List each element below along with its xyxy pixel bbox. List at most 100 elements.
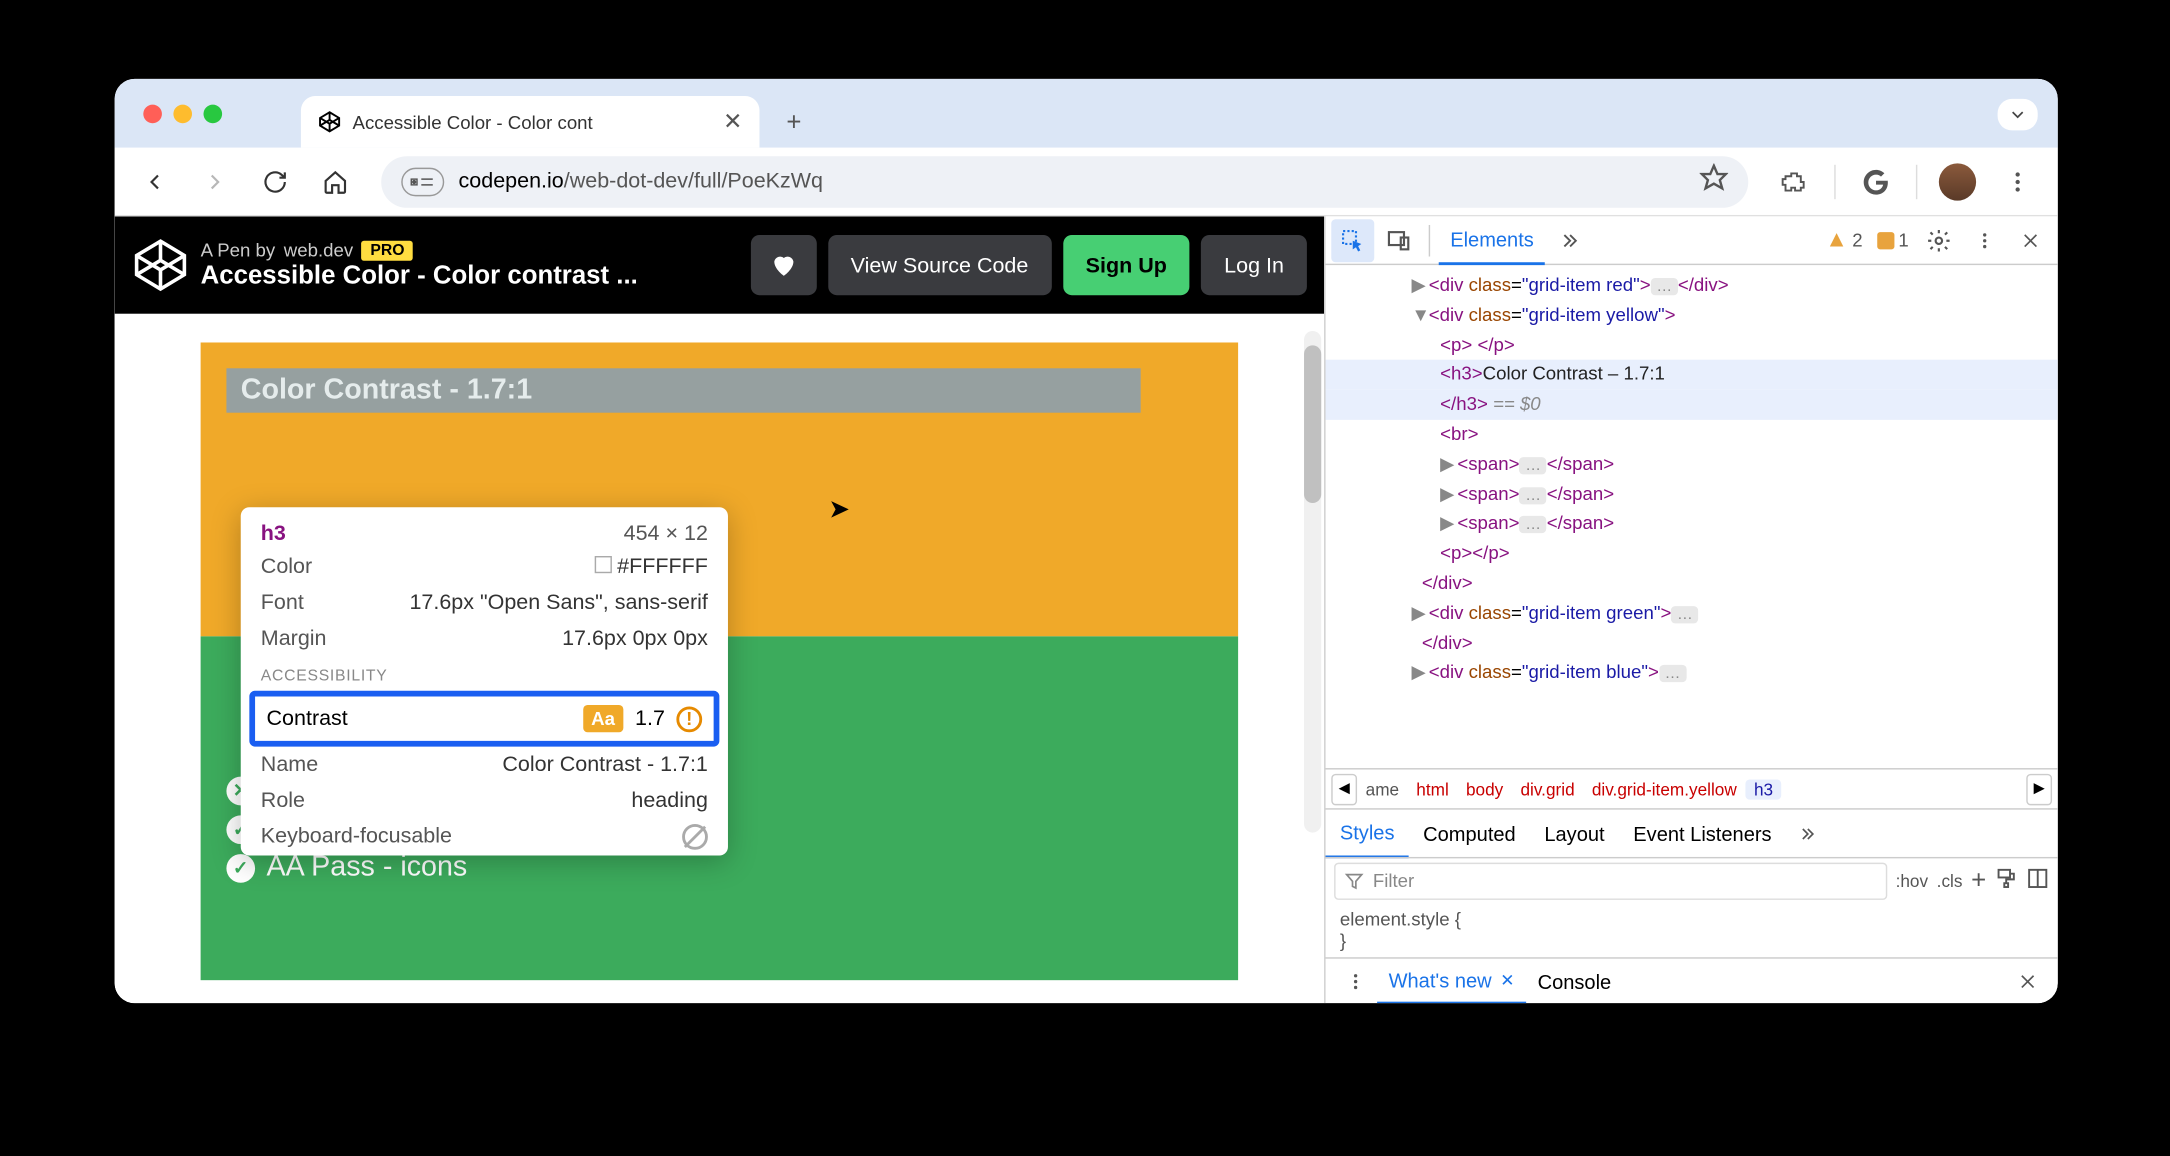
pen-byline: A Pen by web.dev PRO	[201, 239, 739, 260]
tooltip-label: Font	[261, 590, 304, 614]
dom-line[interactable]: ▶<div class="grid-item red">…</div>	[1326, 271, 2058, 301]
new-tab-button[interactable]: +	[774, 102, 814, 142]
breadcrumb-item-active[interactable]: h3	[1745, 779, 1781, 799]
browser-window: Accessible Color - Color cont ✕ + codepe…	[115, 79, 2058, 1003]
dom-line[interactable]: ▶<div class="grid-item blue">…	[1326, 658, 2058, 688]
styles-tabs-overflow[interactable]	[1786, 812, 1829, 855]
dom-line[interactable]: </div>	[1326, 628, 2058, 658]
tab-whats-new[interactable]: What's new✕	[1377, 958, 1526, 1003]
login-button[interactable]: Log In	[1201, 235, 1307, 295]
list-item: ✓ AA Pass - icons	[226, 851, 1212, 884]
drawer-menu-button[interactable]	[1334, 959, 1377, 1002]
window-close-icon[interactable]	[143, 105, 162, 124]
tooltip-value: 17.6px 0px 0px	[562, 626, 708, 650]
tooltip-dimensions: 454 × 12	[624, 522, 708, 546]
dom-line[interactable]: ▼<div class="grid-item yellow">	[1326, 301, 2058, 331]
tooltip-label: Role	[261, 788, 305, 812]
dom-line[interactable]: ▶<span>…</span>	[1326, 509, 2058, 539]
tooltip-value: #FFFFFF	[594, 555, 708, 579]
hov-button[interactable]: :hov	[1896, 871, 1929, 891]
issues-info[interactable]: 1	[1871, 229, 1914, 250]
tab-layout[interactable]: Layout	[1530, 809, 1619, 858]
dom-line[interactable]: ▶<div class="grid-item green">…	[1326, 599, 2058, 629]
breadcrumb-item[interactable]: html	[1408, 779, 1458, 799]
close-devtools-button[interactable]	[2009, 219, 2052, 262]
cls-button[interactable]: .cls	[1937, 871, 1963, 891]
device-toggle-button[interactable]	[1377, 219, 1420, 262]
breadcrumb-overflow[interactable]: ame	[1357, 779, 1408, 799]
tooltip-value: Color Contrast - 1.7:1	[502, 752, 708, 776]
new-style-button[interactable]: +	[1971, 866, 1986, 896]
dom-line-selected[interactable]: </h3> == $0	[1326, 390, 2058, 420]
breadcrumb-next-icon[interactable]: ▶	[2026, 773, 2052, 805]
extensions-button[interactable]	[1768, 155, 1820, 207]
elements-tree[interactable]: ▶<div class="grid-item red">…</div> ▼<di…	[1326, 265, 2058, 768]
browser-tab[interactable]: Accessible Color - Color cont ✕	[301, 96, 760, 148]
dom-line-selected[interactable]: <h3>Color Contrast – 1.7:1	[1326, 360, 2058, 390]
settings-button[interactable]	[1917, 219, 1960, 262]
tab-console[interactable]: Console	[1526, 958, 1623, 1003]
tooltip-tag: h3	[261, 522, 286, 546]
dom-line[interactable]: <p> </p>	[1326, 330, 2058, 360]
breadcrumb-item[interactable]: div.grid	[1512, 779, 1583, 799]
breadcrumb: ◀ ame html body div.grid div.grid-item.y…	[1326, 768, 2058, 808]
site-info-icon[interactable]	[401, 167, 444, 196]
tooltip-value: 17.6px "Open Sans", sans-serif	[409, 590, 707, 614]
styles-filter-row: Filter :hov .cls +	[1326, 857, 2058, 903]
back-button[interactable]	[129, 155, 181, 207]
url-bar[interactable]: codepen.io/web-dot-dev/full/PoeKzWq	[381, 155, 1748, 207]
chrome-menu-button[interactable]	[1992, 155, 2044, 207]
dom-line[interactable]: <p></p>	[1326, 539, 2058, 569]
dom-line[interactable]: ▶<span>…</span>	[1326, 479, 2058, 509]
tab-strip: Accessible Color - Color cont ✕ +	[115, 79, 2058, 148]
tab-styles[interactable]: Styles	[1326, 809, 1409, 858]
page-body: Color Contrast - 1.7:1 . ✕ AA Fail - reg…	[115, 314, 1324, 1003]
tab-list-button[interactable]	[1998, 99, 2038, 131]
reload-button[interactable]	[249, 155, 301, 207]
issues-warnings[interactable]: ▲2	[1819, 227, 1868, 253]
info-square-icon	[1877, 231, 1894, 248]
pen-author[interactable]: web.dev	[284, 239, 353, 260]
signup-button[interactable]: Sign Up	[1063, 235, 1190, 295]
color-swatch-icon	[594, 556, 611, 573]
breadcrumb-prev-icon[interactable]: ◀	[1331, 773, 1357, 805]
love-button[interactable]	[750, 235, 816, 295]
tab-close-icon[interactable]: ✕	[723, 107, 742, 136]
dom-line[interactable]: ▶<span>…</span>	[1326, 450, 2058, 480]
tab-event-listeners[interactable]: Event Listeners	[1619, 809, 1786, 858]
pen-title: Accessible Color - Color contrast ...	[201, 261, 739, 291]
devtools-menu-button[interactable]	[1963, 219, 2006, 262]
devtools-toolbar: Elements ▲2 1	[1326, 216, 2058, 265]
codepen-logo-icon[interactable]	[132, 236, 189, 293]
tooltip-label: Margin	[261, 626, 327, 650]
home-button[interactable]	[310, 155, 362, 207]
view-source-button[interactable]: View Source Code	[828, 235, 1052, 295]
forward-button[interactable]	[189, 155, 241, 207]
breadcrumb-item[interactable]: div.grid-item.yellow	[1583, 779, 1745, 799]
dom-line[interactable]: </div>	[1326, 569, 2058, 599]
close-drawer-button[interactable]	[2006, 959, 2049, 1002]
computed-toggle-button[interactable]	[2026, 867, 2049, 894]
content-area: A Pen by web.dev PRO Accessible Color - …	[115, 216, 2058, 1003]
dom-line[interactable]: <br>	[1326, 420, 2058, 450]
tab-elements[interactable]: Elements	[1439, 216, 1546, 265]
inspector-tooltip: h3 454 × 12 Color#FFFFFF Font17.6px "Ope…	[241, 507, 728, 855]
window-minimize-icon[interactable]	[173, 105, 192, 124]
contrast-label: Contrast	[267, 706, 348, 730]
window-maximize-icon[interactable]	[203, 105, 222, 124]
google-account-icon[interactable]	[1850, 155, 1902, 207]
contrast-chip: Aa	[583, 705, 624, 732]
profile-avatar[interactable]	[1932, 155, 1984, 207]
pass-icon: ✓	[226, 853, 255, 882]
breadcrumb-item[interactable]: body	[1457, 779, 1511, 799]
tab-computed[interactable]: Computed	[1409, 809, 1530, 858]
styles-body[interactable]: element.style { }	[1326, 903, 2058, 957]
styles-filter-input[interactable]: Filter	[1334, 862, 1887, 899]
bookmark-star-icon[interactable]	[1700, 163, 1729, 199]
close-icon[interactable]: ✕	[1500, 969, 1514, 989]
tabs-overflow-button[interactable]	[1548, 219, 1591, 262]
inspect-element-button[interactable]	[1331, 219, 1374, 262]
paint-button[interactable]	[1995, 867, 2018, 894]
page-scrollbar[interactable]	[1304, 331, 1321, 833]
tooltip-value: heading	[631, 788, 708, 812]
